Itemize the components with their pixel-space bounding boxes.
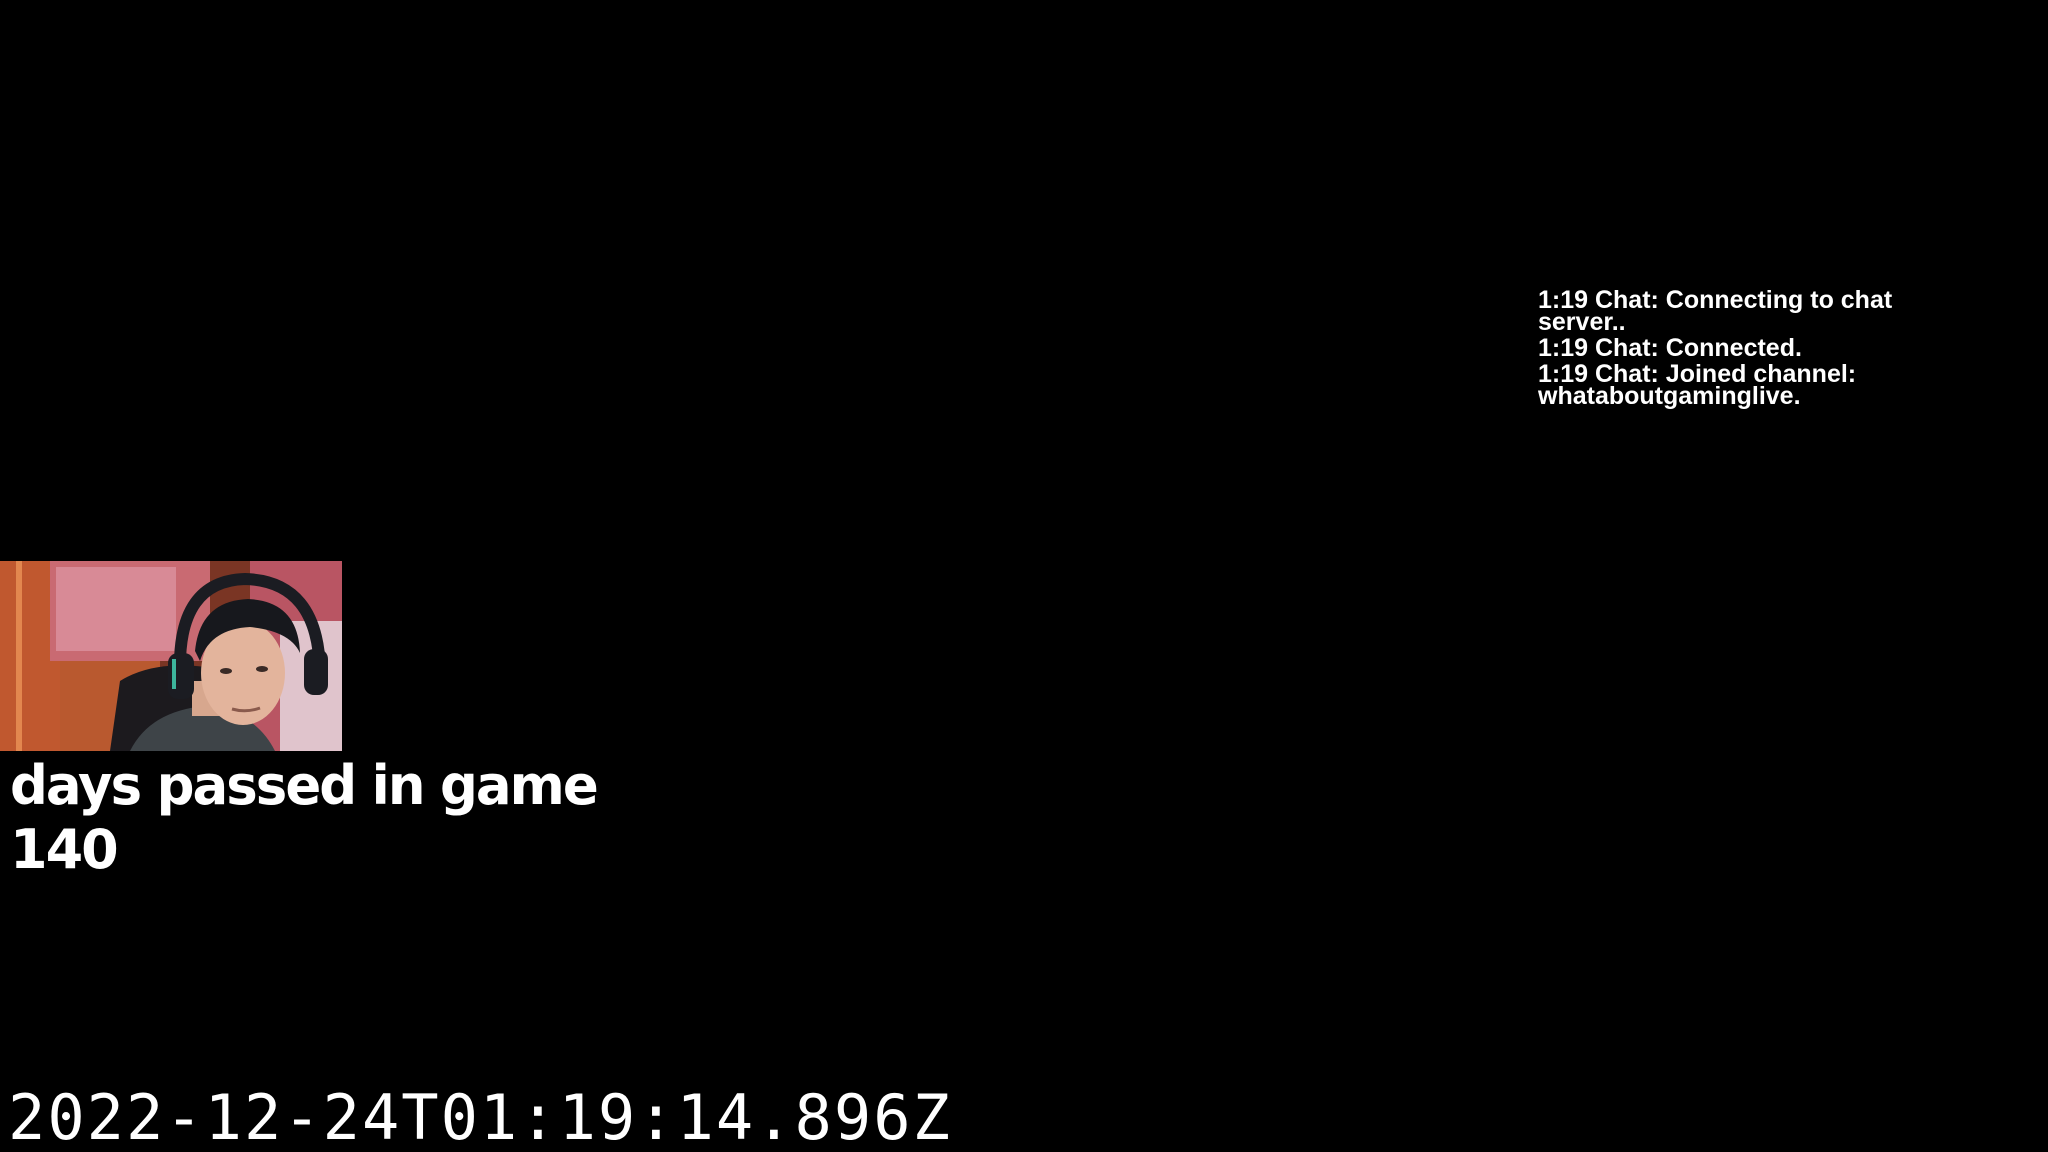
webcam-feed <box>0 561 342 751</box>
chat-line: 1:19 Chat: Joined channel: whataboutgami… <box>1538 360 1857 410</box>
days-passed-value: 140 <box>10 818 119 881</box>
chat-line: 1:19 Chat: Connected. <box>1538 334 1802 362</box>
days-passed-label: days passed in game <box>10 754 599 817</box>
webcam-person-image <box>0 561 342 751</box>
stream-timestamp: 2022-12-24T01:19:14.896Z <box>8 1081 952 1152</box>
chat-line: 1:19 Chat: Connecting to chat server.. <box>1538 286 1893 336</box>
chat-log: 1:19 Chat: Connecting to chat server.. 1… <box>1538 286 1978 411</box>
